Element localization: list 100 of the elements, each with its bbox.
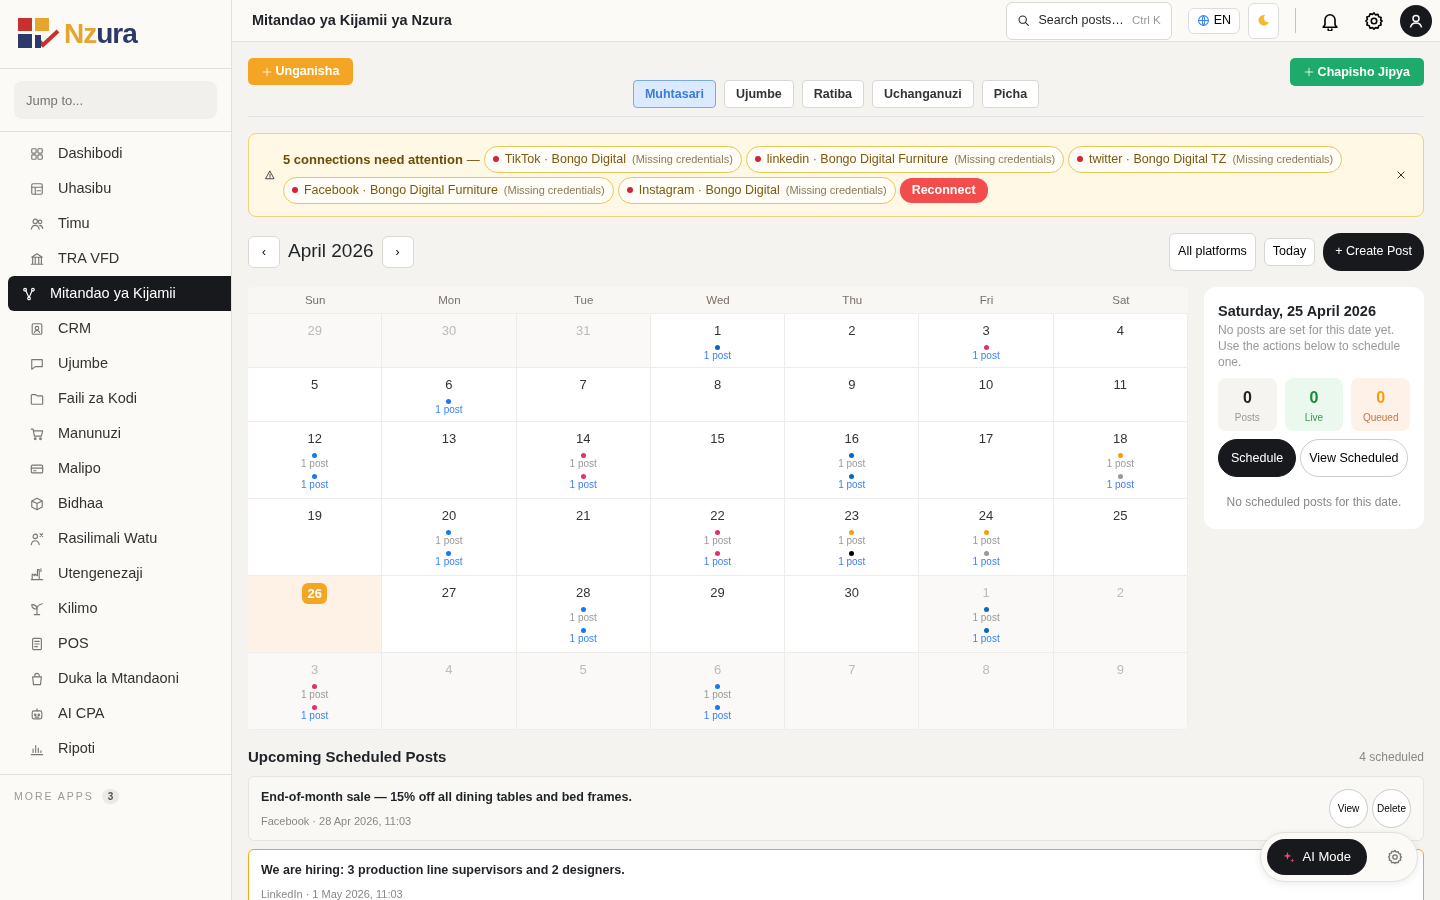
day-number: 15 xyxy=(710,429,725,448)
sidebar-item[interactable]: Rasilimali Watu xyxy=(8,521,231,556)
day-number: 29 xyxy=(307,321,322,340)
post-count: 1 post xyxy=(569,612,597,623)
day-cell[interactable]: 24 1 post 1 post xyxy=(919,498,1054,576)
day-cell[interactable]: 20 1 post 1 post xyxy=(382,498,517,576)
post-text: End-of-month sale — 15% off all dining tables and bed frames. xyxy=(261,790,632,804)
ai-mode-button[interactable]: AI Mode xyxy=(1266,839,1367,875)
post-count: 1 post xyxy=(972,612,1000,623)
page-title: Mitandao ya Kijamii ya Nzura xyxy=(252,10,452,30)
sidebar-item[interactable]: Bidhaa xyxy=(8,486,231,521)
post-count: 1 post xyxy=(703,556,732,567)
day-cell[interactable]: 22 1 post 1 post xyxy=(650,498,786,576)
sidebar-item[interactable]: Ripoti xyxy=(8,731,231,766)
sidebar-item[interactable]: Duka la Mtandaoni xyxy=(8,661,231,696)
day-cell[interactable]: 2 xyxy=(785,313,920,368)
previous-button[interactable]: ‹ xyxy=(248,235,280,268)
sidebar-item[interactable]: AI CPA xyxy=(8,696,231,731)
search-field[interactable]: Search posts… Ctrl K xyxy=(1006,1,1172,40)
day-cell[interactable]: 15 xyxy=(650,421,786,499)
day-cell[interactable]: 18 1 post 1 post xyxy=(1053,421,1188,499)
day-cell[interactable]: 3 1 post 1 post xyxy=(248,652,383,730)
reconnect-button[interactable]: Reconnect xyxy=(899,177,988,203)
day-cell[interactable]: 14 1 post 1 post xyxy=(516,421,651,499)
weekday-header: Thu xyxy=(785,286,920,314)
day-cell[interactable]: 23 1 post 1 post xyxy=(785,498,920,576)
sidebar-item[interactable]: Dashibodi xyxy=(8,136,231,171)
day-cell[interactable]: 4 xyxy=(1053,313,1188,368)
sidebar-item[interactable]: Kilimo xyxy=(8,591,231,626)
view-button[interactable]: View xyxy=(1329,789,1368,829)
ledger-icon xyxy=(30,181,44,196)
day-cell[interactable]: 19 xyxy=(248,498,383,576)
day-number: 27 xyxy=(441,583,457,602)
day-number: 6 xyxy=(445,375,453,394)
post-count: 1 post xyxy=(1106,479,1134,490)
sidebar-item[interactable]: Timu xyxy=(8,206,231,241)
sidebar-item[interactable]: Utengenezaji xyxy=(8,556,231,591)
empty-message: No scheduled posts for this date. xyxy=(1225,494,1403,512)
stat-value: 0 xyxy=(1308,388,1320,409)
sidebar-item[interactable]: Malipo xyxy=(8,451,231,486)
day-number: 9 xyxy=(1116,660,1124,679)
post-count: 1 post xyxy=(838,479,866,490)
post-count: 1 post xyxy=(703,689,732,700)
sidebar-item[interactable]: Uhasibu xyxy=(8,171,231,206)
today-button[interactable]: Today xyxy=(1263,237,1316,266)
post-count: 1 post xyxy=(569,633,597,644)
day-cell[interactable]: 29 xyxy=(650,575,786,653)
delete-button[interactable]: Delete xyxy=(1372,789,1411,829)
create-post-button[interactable]: + Create Post xyxy=(1323,232,1424,271)
view-scheduled-button[interactable]: View Scheduled xyxy=(1300,439,1408,478)
tab[interactable]: Picha xyxy=(981,80,1040,108)
status-dot xyxy=(292,187,298,194)
day-cell[interactable]: 6 1 post 1 post xyxy=(650,652,786,730)
day-number: 2 xyxy=(1116,583,1124,602)
sidebar-item[interactable]: Ujumbe xyxy=(8,346,231,381)
day-cell[interactable]: 10 xyxy=(919,367,1054,422)
plus-icon xyxy=(1304,67,1315,78)
day-cell[interactable]: 11 xyxy=(1053,367,1188,422)
tab[interactable]: Ujumbe xyxy=(723,80,794,108)
search-field[interactable]: Jump to... xyxy=(14,81,217,119)
day-cell[interactable]: 1 1 post 1 post xyxy=(919,575,1054,653)
next-button[interactable]: › xyxy=(381,235,414,268)
day-number: 30 xyxy=(844,583,859,602)
day-cell[interactable]: 17 xyxy=(919,421,1054,499)
contact-icon xyxy=(30,321,44,336)
platform-filter[interactable]: All platforms xyxy=(1169,232,1256,271)
sidebar-item[interactable]: POS xyxy=(8,626,231,661)
day-cell[interactable]: 8 xyxy=(650,367,786,422)
tab[interactable]: Ratiba xyxy=(801,80,864,108)
sidebar-item[interactable]: CRM xyxy=(8,311,231,346)
avatar-button[interactable] xyxy=(1400,4,1432,37)
day-cell[interactable]: 9 xyxy=(785,367,920,422)
post-count: 1 post xyxy=(569,458,597,469)
day-cell[interactable]: 12 1 post 1 post xyxy=(248,421,383,499)
day-cell[interactable]: 1 1 post xyxy=(650,313,786,368)
day-cell[interactable]: 7 xyxy=(516,367,651,422)
theme-toggle[interactable] xyxy=(1248,2,1279,39)
post-count: 1 post xyxy=(435,535,463,546)
day-cell[interactable]: 3 1 post xyxy=(919,313,1054,368)
language-button[interactable]: EN xyxy=(1187,7,1240,34)
sidebar-item[interactable]: Mitandao ya Kijamii xyxy=(8,276,231,311)
chip-note: (Missing credentials) xyxy=(785,182,887,198)
day-cell[interactable]: 13 xyxy=(382,421,517,499)
stat-label: Posts xyxy=(1233,411,1261,426)
schedule-button[interactable]: Schedule xyxy=(1218,439,1297,478)
tab[interactable]: Uchanganuzi xyxy=(871,80,974,108)
post-count: 1 post xyxy=(435,556,463,567)
day-cell[interactable]: 27 xyxy=(382,575,517,653)
day-cell[interactable]: 28 1 post 1 post xyxy=(516,575,651,653)
day-number: 24 xyxy=(978,506,994,525)
sidebar-item[interactable]: Manunuzi xyxy=(8,416,231,451)
day-cell[interactable]: 5 xyxy=(248,367,383,422)
day-number: 31 xyxy=(575,321,591,340)
weekday-header: Sat xyxy=(1053,286,1188,314)
day-cell[interactable]: 25 xyxy=(1053,498,1188,576)
day-cell[interactable]: 21 xyxy=(516,498,651,576)
sidebar-item[interactable]: Faili za Kodi xyxy=(8,381,231,416)
sidebar-item[interactable]: TRA VFD xyxy=(8,241,231,276)
day-cell[interactable]: 16 1 post 1 post xyxy=(785,421,920,499)
day-cell[interactable]: 6 1 post xyxy=(382,367,517,422)
